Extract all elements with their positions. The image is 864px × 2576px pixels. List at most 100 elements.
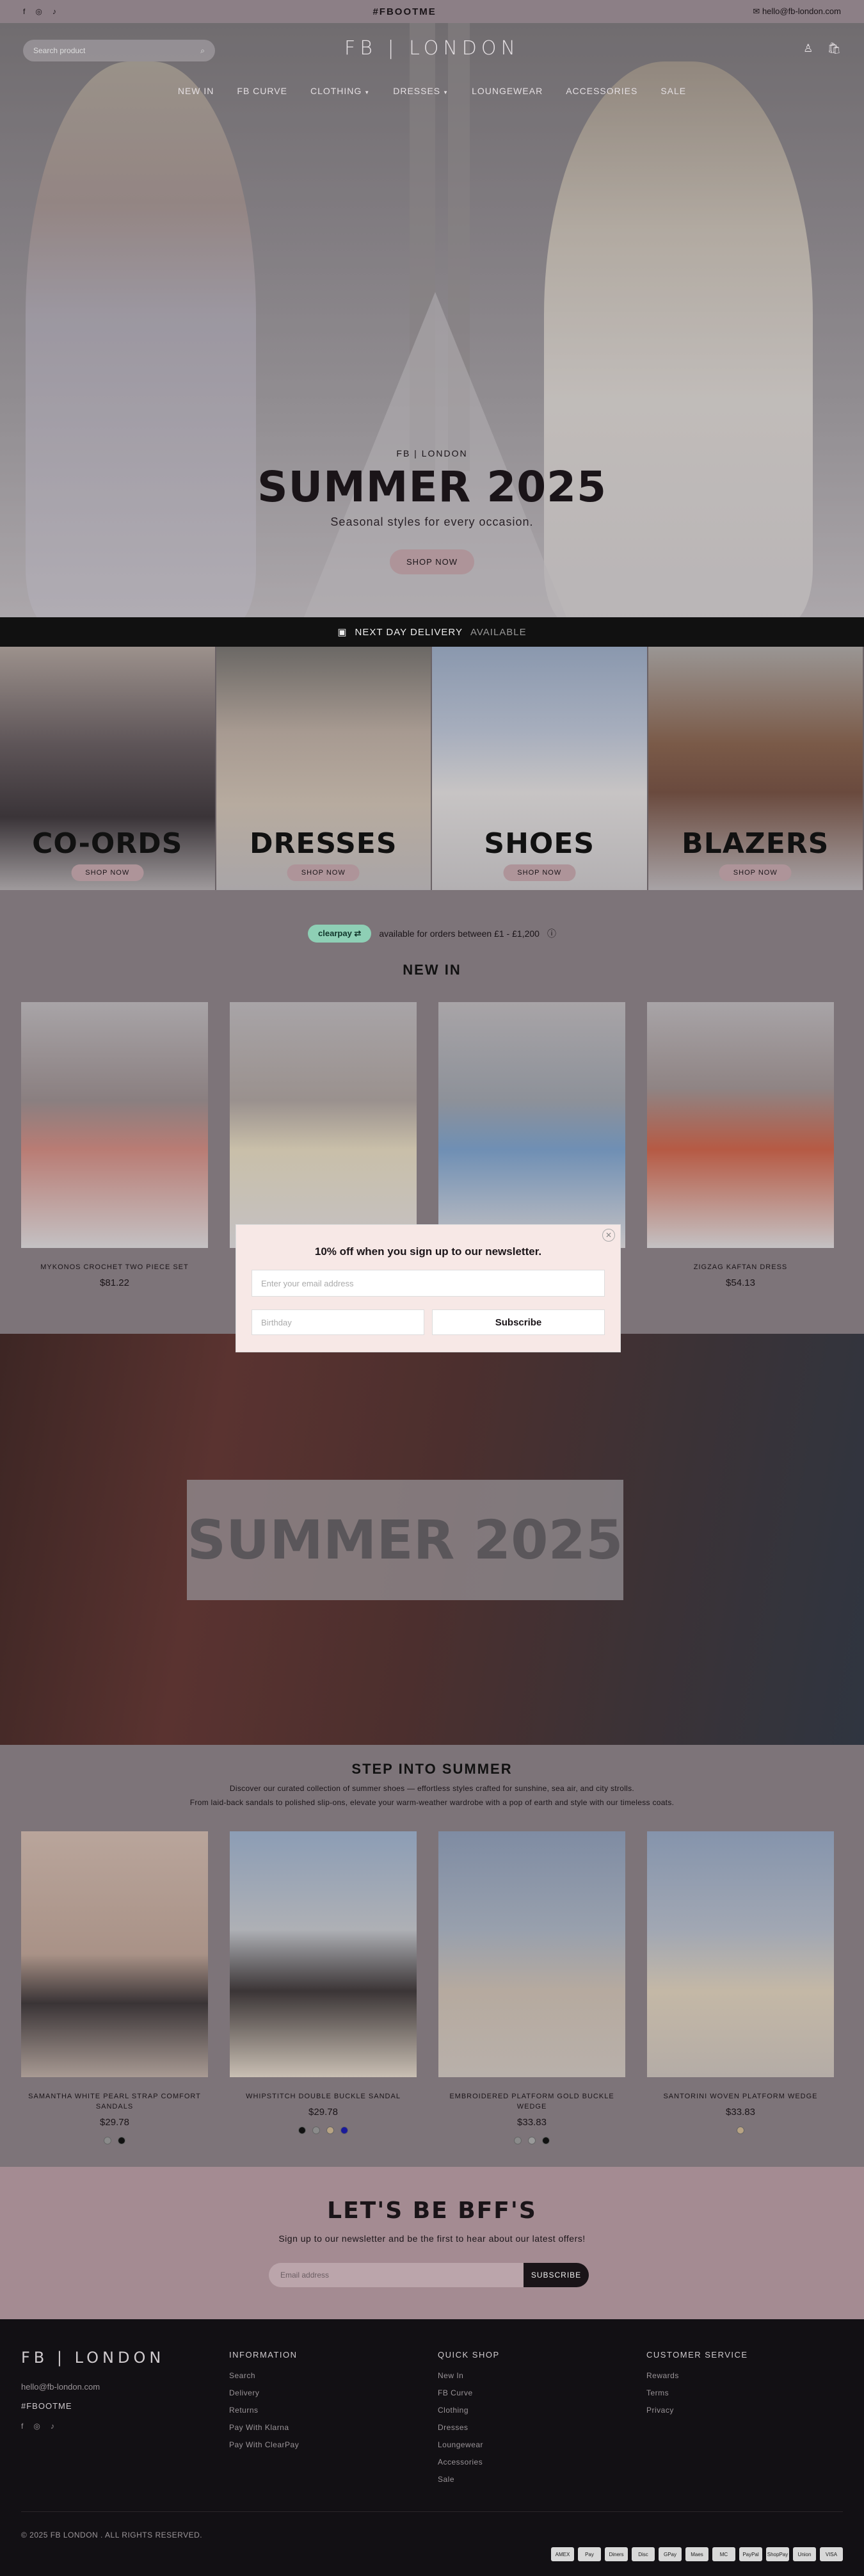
facebook-icon[interactable]: f bbox=[21, 2422, 23, 2431]
category-shop-now-button[interactable]: SHOP NOW bbox=[71, 864, 144, 881]
footer-link[interactable]: Dresses bbox=[438, 2423, 500, 2432]
footer-link[interactable]: Search bbox=[229, 2371, 299, 2380]
category-tile-dresses[interactable]: DRESSES SHOP NOW bbox=[216, 647, 432, 890]
product-name[interactable]: ZIGZAG KAFTAN DRESS bbox=[647, 1262, 834, 1272]
category-shop-now-button[interactable]: SHOP NOW bbox=[719, 864, 792, 881]
color-swatch[interactable] bbox=[298, 2126, 306, 2134]
summer-intro: Discover our curated collection of summe… bbox=[189, 1784, 675, 1807]
product-image[interactable] bbox=[647, 1002, 834, 1248]
footer-link[interactable]: New In bbox=[438, 2371, 500, 2380]
product-name[interactable]: WHIPSTITCH DOUBLE BUCKLE SANDAL bbox=[230, 2091, 417, 2102]
popup-title: 10% off when you sign up to our newslett… bbox=[314, 1245, 542, 1258]
category-shop-now-button[interactable]: SHOP NOW bbox=[287, 864, 360, 881]
footer-link[interactable]: Pay With Klarna bbox=[229, 2423, 299, 2432]
category-shop-now-button[interactable]: SHOP NOW bbox=[503, 864, 576, 881]
product-image[interactable] bbox=[21, 1831, 208, 2077]
birthday-field[interactable]: Birthday bbox=[252, 1309, 424, 1335]
product-image[interactable] bbox=[21, 1002, 208, 1248]
clearpay-messaging: clearpay ⇄ available for orders between … bbox=[0, 925, 864, 943]
color-swatch[interactable] bbox=[326, 2126, 334, 2134]
product-card[interactable]: ZIGZAG KAFTAN DRESS $54.13 bbox=[647, 1002, 834, 1288]
product-image[interactable] bbox=[438, 1002, 625, 1248]
footer-email[interactable]: hello@fb-london.com bbox=[21, 2382, 100, 2392]
shop-pay-icon: ShopPay bbox=[766, 2547, 789, 2561]
nav-item-loungewear[interactable]: LOUNGEWEAR bbox=[472, 86, 543, 96]
color-swatch[interactable] bbox=[542, 2137, 550, 2144]
footer-logo[interactable]: FB | LONDON bbox=[21, 2349, 164, 2367]
product-card[interactable]: SAMANTHA WHITE PEARL STRAP COMFORT SANDA… bbox=[21, 1831, 208, 2144]
product-card[interactable]: WHIPSTITCH DOUBLE BUCKLE SANDAL $29.78 bbox=[230, 1831, 417, 2134]
footer-link[interactable]: Sale bbox=[438, 2475, 500, 2484]
product-name[interactable]: SANTORINI WOVEN PLATFORM WEDGE bbox=[647, 2091, 834, 2102]
header-icons: ♙ 🛍 bbox=[803, 42, 841, 55]
color-swatch[interactable] bbox=[340, 2126, 348, 2134]
hero-brand: FB | LONDON bbox=[396, 448, 468, 458]
facebook-icon[interactable]: f bbox=[23, 7, 25, 16]
clearpay-text: available for orders between £1 - £1,200 bbox=[379, 928, 540, 939]
color-swatch[interactable] bbox=[104, 2137, 111, 2144]
color-swatches bbox=[230, 2126, 417, 2134]
newsletter-email-input[interactable]: Email address bbox=[269, 2263, 524, 2287]
product-card[interactable]: EMBROIDERED PLATFORM GOLD BUCKLE WEDGE $… bbox=[438, 1831, 625, 2144]
color-swatches bbox=[438, 2137, 625, 2144]
footer-link[interactable]: Rewards bbox=[646, 2371, 748, 2380]
instagram-icon[interactable]: ◎ bbox=[35, 7, 42, 16]
footer-link[interactable]: Clothing bbox=[438, 2406, 500, 2415]
category-tile-blazers[interactable]: BLAZERS SHOP NOW bbox=[648, 647, 864, 890]
footer-link[interactable]: Loungewear bbox=[438, 2440, 500, 2449]
footer-link[interactable]: Privacy bbox=[646, 2406, 748, 2415]
color-swatch[interactable] bbox=[528, 2137, 536, 2144]
summer-banner[interactable]: SUMMER 2025 bbox=[0, 1334, 864, 1745]
product-price: $29.78 bbox=[100, 2117, 129, 2128]
nav-item-new-in[interactable]: NEW IN bbox=[178, 86, 214, 96]
color-swatches bbox=[647, 2126, 834, 2134]
product-image[interactable] bbox=[438, 1831, 625, 2077]
tiktok-icon[interactable]: ♪ bbox=[52, 7, 56, 16]
product-name[interactable]: SAMANTHA WHITE PEARL STRAP COMFORT SANDA… bbox=[21, 2091, 208, 2112]
footer-link[interactable]: FB Curve bbox=[438, 2388, 500, 2397]
product-image[interactable] bbox=[230, 1831, 417, 2077]
product-card[interactable]: SANTORINI WOVEN PLATFORM WEDGE $33.83 bbox=[647, 1831, 834, 2134]
nav-item-fb-curve[interactable]: FB CURVE bbox=[237, 86, 287, 96]
visa-icon: VISA bbox=[820, 2547, 843, 2561]
nav-item-clothing[interactable]: CLOTHING ▼ bbox=[310, 86, 370, 96]
instagram-icon[interactable]: ◎ bbox=[33, 2422, 40, 2431]
tiktok-icon[interactable]: ♪ bbox=[51, 2422, 54, 2431]
main-nav: NEW IN FB CURVE CLOTHING ▼ DRESSES ▼ LOUNG… bbox=[0, 86, 864, 96]
product-card[interactable] bbox=[230, 1002, 417, 1248]
color-swatch[interactable] bbox=[737, 2126, 744, 2134]
close-icon[interactable]: ✕ bbox=[602, 1229, 615, 1242]
cart-icon[interactable]: 🛍 bbox=[827, 42, 841, 55]
subscribe-button[interactable]: Subscribe bbox=[432, 1309, 605, 1335]
nav-item-accessories[interactable]: ACCESSORIES bbox=[566, 86, 637, 96]
footer-link[interactable]: Terms bbox=[646, 2388, 748, 2397]
new-in-title: NEW IN bbox=[403, 962, 461, 978]
color-swatch[interactable] bbox=[118, 2137, 125, 2144]
product-card[interactable] bbox=[438, 1002, 625, 1248]
product-name[interactable]: MYKONOS CROCHET TWO PIECE SET bbox=[21, 1262, 208, 1272]
site-logo[interactable]: FB | LONDON bbox=[0, 37, 864, 60]
chevron-down-icon: ▼ bbox=[443, 90, 449, 95]
hero-shop-now-button[interactable]: SHOP NOW bbox=[390, 549, 474, 574]
product-image[interactable] bbox=[647, 1831, 834, 2077]
footer-social-links: f ◎ ♪ bbox=[21, 2422, 54, 2431]
nav-item-dresses[interactable]: DRESSES ▼ bbox=[393, 86, 449, 96]
footer-link[interactable]: Delivery bbox=[229, 2388, 299, 2397]
product-name[interactable]: EMBROIDERED PLATFORM GOLD BUCKLE WEDGE bbox=[438, 2091, 625, 2112]
product-image[interactable] bbox=[230, 1002, 417, 1248]
color-swatch[interactable] bbox=[514, 2137, 522, 2144]
category-tile-co-ords[interactable]: CO-ORDS SHOP NOW bbox=[0, 647, 216, 890]
category-tile-shoes[interactable]: SHOES SHOP NOW bbox=[432, 647, 648, 890]
category-title: BLAZERS bbox=[682, 827, 829, 860]
footer-link[interactable]: Pay With ClearPay bbox=[229, 2440, 299, 2449]
product-card[interactable]: MYKONOS CROCHET TWO PIECE SET $81.22 bbox=[21, 1002, 208, 1288]
footer-link[interactable]: Returns bbox=[229, 2406, 299, 2415]
color-swatch[interactable] bbox=[312, 2126, 320, 2134]
contact-email[interactable]: ✉ hello@fb-london.com bbox=[753, 6, 841, 17]
account-icon[interactable]: ♙ bbox=[803, 42, 813, 55]
newsletter-subscribe-button[interactable]: SUBSCRIBE bbox=[524, 2263, 589, 2287]
footer-link[interactable]: Accessories bbox=[438, 2458, 500, 2467]
email-field[interactable]: Enter your email address bbox=[252, 1270, 605, 1297]
info-icon[interactable]: ⓘ bbox=[547, 927, 556, 940]
nav-item-sale[interactable]: SALE bbox=[660, 86, 686, 96]
